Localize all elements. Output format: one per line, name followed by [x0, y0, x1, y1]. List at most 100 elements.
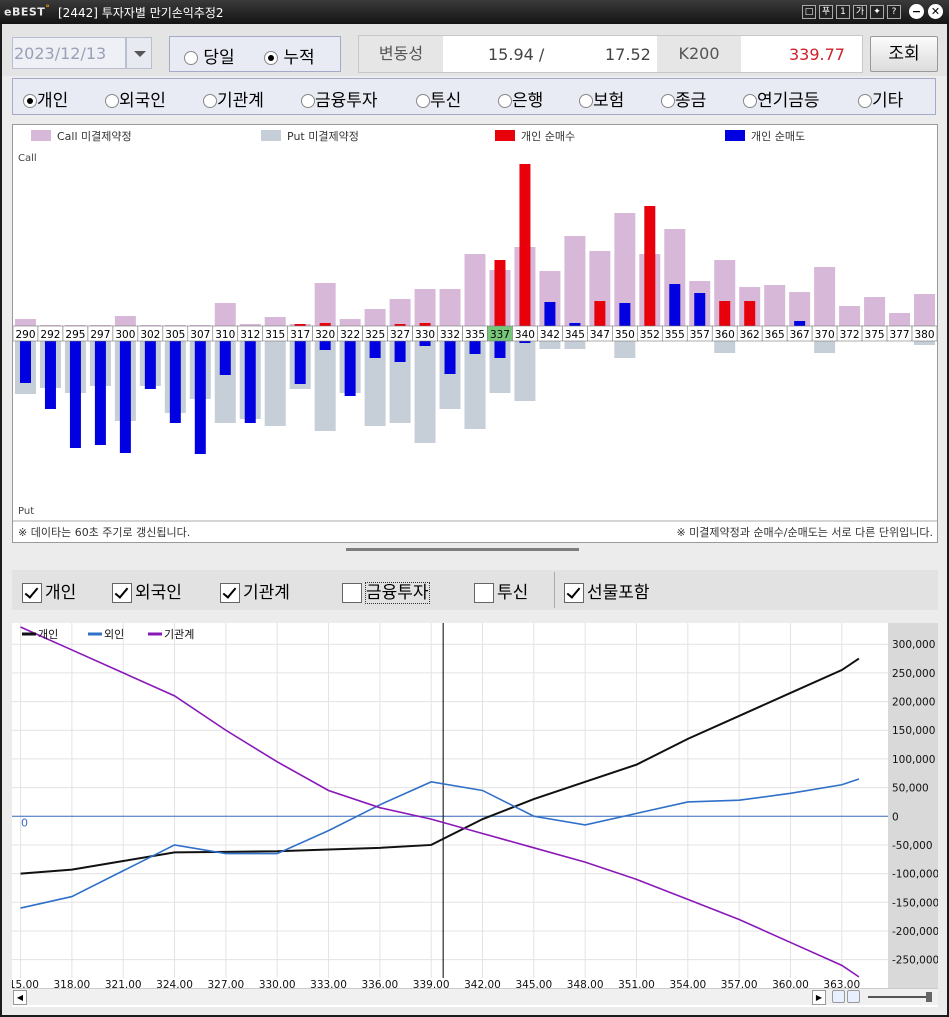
- investor-option-bank[interactable]: 은행: [498, 86, 543, 111]
- strike-label: 305: [165, 329, 185, 341]
- net-sell-bar: [344, 341, 356, 396]
- volatility-value: 15.94 /: [488, 45, 545, 64]
- date-dropdown-button[interactable]: [126, 37, 152, 69]
- investor-option-other[interactable]: 기타: [858, 86, 903, 111]
- strike-label: 307: [190, 329, 210, 341]
- net-sell-bar: [669, 284, 681, 326]
- call-oi-bar: [839, 306, 861, 326]
- lookup-button[interactable]: 조회: [870, 36, 938, 72]
- investor-filter-row: 개인 외국인 기관계 금융투자 투신 선물포함: [12, 570, 938, 610]
- investor-option-pension[interactable]: 연기금등: [743, 86, 820, 111]
- y-tick-label: 150,000: [892, 725, 935, 737]
- strike-label: 317: [290, 329, 310, 341]
- filter-label: 금융투자: [365, 582, 430, 604]
- filter-label: 투신: [497, 583, 529, 603]
- window-help-button[interactable]: ?: [887, 5, 901, 19]
- radio-icon: [579, 94, 593, 108]
- zoom-slider-handle[interactable]: [926, 992, 932, 1002]
- filter-individual-checkbox[interactable]: 개인: [22, 578, 76, 603]
- checkbox-icon: [342, 583, 362, 603]
- strike-label: 342: [540, 329, 560, 341]
- y-tick-label: -200,000: [892, 926, 938, 938]
- window-link-button[interactable]: 1: [836, 5, 850, 19]
- net-sell-bar: [319, 341, 331, 350]
- investor-option-individual[interactable]: 개인: [23, 86, 68, 111]
- call-oi-bar: [114, 316, 136, 326]
- window-settings-button[interactable]: ✦: [870, 5, 884, 19]
- scroll-left-button[interactable]: ◀: [13, 990, 27, 1005]
- window-font-button[interactable]: 가: [853, 5, 867, 19]
- strike-label: 362: [740, 329, 760, 341]
- net-sell-bar: [44, 341, 56, 409]
- call-oi-bar: [564, 236, 586, 326]
- filter-include-futures-checkbox[interactable]: 선물포함: [564, 578, 650, 603]
- x-tick-label: 363.00: [823, 979, 860, 988]
- net-sell-bar: [394, 341, 406, 362]
- put-oi-bar: [264, 341, 286, 426]
- mode-option-today[interactable]: 당일: [184, 43, 235, 68]
- call-oi-bar: [264, 317, 286, 326]
- mode-option-cumulative[interactable]: 누적: [264, 43, 315, 68]
- put-oi-bar: [539, 341, 561, 349]
- strike-label: 337: [490, 329, 510, 341]
- radio-icon: [858, 94, 872, 108]
- investor-option-trust[interactable]: 투신: [416, 86, 461, 111]
- filter-foreign-checkbox[interactable]: 외국인: [112, 578, 182, 603]
- investor-option-merchant-bank[interactable]: 종금: [661, 86, 706, 111]
- close-icon[interactable]: ✕: [928, 4, 943, 19]
- investor-option-insurance[interactable]: 보험: [579, 86, 624, 111]
- investor-option-label: 은행: [512, 91, 544, 111]
- call-oi-bar: [464, 254, 486, 326]
- footer-note-right: ※ 미결제약정과 순매수/순매도는 서로 다른 단위입니다.: [676, 525, 933, 539]
- call-oi-bar: [339, 319, 361, 326]
- panel-splitter[interactable]: [346, 548, 579, 551]
- strike-label: 332: [440, 329, 460, 341]
- scroll-right-button[interactable]: ▶: [812, 990, 826, 1005]
- window-pin-button[interactable]: 푸: [819, 5, 833, 19]
- zoom-slider-track[interactable]: [868, 996, 932, 998]
- filter-separator: [554, 572, 555, 608]
- filter-trust-checkbox[interactable]: 투신: [474, 578, 528, 603]
- put-oi-bar: [414, 341, 436, 443]
- investor-option-institution[interactable]: 기관계: [203, 86, 264, 111]
- checkbox-checked-icon: [22, 583, 42, 603]
- strike-label: 372: [840, 329, 860, 341]
- call-oi-bar: [814, 267, 836, 326]
- filter-institution-checkbox[interactable]: 기관계: [220, 578, 290, 603]
- date-input[interactable]: 2023/12/13: [12, 37, 126, 69]
- minimize-icon[interactable]: −: [909, 4, 924, 19]
- investor-option-label: 연기금등: [757, 91, 820, 111]
- strike-label: 357: [690, 329, 710, 341]
- investor-option-financial-investment[interactable]: 금융투자: [301, 86, 378, 111]
- net-sell-bar: [494, 341, 506, 358]
- legend-label: Call 미결제약정: [57, 129, 132, 143]
- zoom-in-icon[interactable]: [832, 990, 845, 1003]
- chart-scrollbar[interactable]: ◀ ▶: [12, 988, 938, 1005]
- volatility-label: 변동성: [359, 36, 443, 72]
- strike-label: 345: [565, 329, 585, 341]
- net-sell-bar: [219, 341, 231, 375]
- strike-label: 322: [340, 329, 360, 341]
- investor-option-foreign[interactable]: 외국인: [105, 86, 166, 111]
- series-line: [20, 626, 860, 978]
- investor-option-label: 기타: [872, 91, 904, 111]
- net-sell-bar: [444, 341, 456, 374]
- strike-label: 360: [715, 329, 735, 341]
- net-sell-bar: [569, 323, 581, 326]
- strike-label: 330: [415, 329, 435, 341]
- filter-financial-investment-checkbox[interactable]: 금융투자: [342, 578, 430, 604]
- strike-label: 302: [140, 329, 160, 341]
- put-oi-bar: [714, 341, 736, 353]
- window-restore-button[interactable]: □: [802, 5, 816, 19]
- index-label: K200: [657, 36, 741, 72]
- net-buy-bar: [494, 260, 506, 326]
- x-tick-label: 339.00: [413, 979, 450, 988]
- legend-label: 외인: [104, 628, 124, 641]
- call-oi-bar: [764, 285, 786, 326]
- zoom-reset-icon[interactable]: [847, 990, 860, 1003]
- title-bar: eBEST° [2442] 투자자별 만기손익추정2 □ 푸 1 가 ✦ ? −…: [0, 0, 949, 24]
- checkbox-checked-icon: [564, 583, 584, 603]
- call-axis-label: Call: [18, 153, 37, 164]
- filter-label: 선물포함: [587, 583, 650, 603]
- checkbox-icon: [474, 583, 494, 603]
